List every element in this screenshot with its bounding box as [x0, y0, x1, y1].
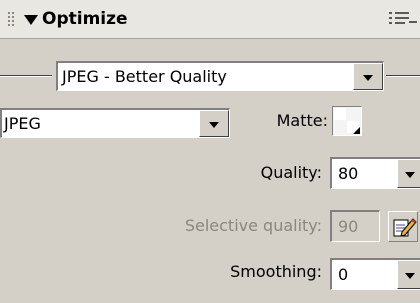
- panel-titlebar: Optimize: [0, 0, 420, 39]
- preset-dropdown-value: JPEG - Better Quality: [62, 67, 227, 86]
- chevron-down-icon: [363, 74, 373, 81]
- swatch-corner-arrow-icon: [353, 127, 360, 134]
- smoothing-value: 0: [338, 265, 349, 284]
- selective-quality-edit-button[interactable]: [388, 211, 418, 242]
- preset-divider-left-highlight: [0, 76, 52, 77]
- preset-divider-right-highlight: [386, 76, 420, 77]
- preset-dropdown-button[interactable]: [353, 63, 383, 90]
- chevron-down-icon: [209, 121, 219, 128]
- pencil-edit-icon: [393, 218, 417, 237]
- swatch-check-a: [334, 108, 346, 120]
- panel-title[interactable]: Optimize: [42, 8, 128, 30]
- smoothing-label: Smoothing:: [230, 262, 322, 281]
- chevron-down-icon: [405, 171, 415, 178]
- collapse-arrow-icon[interactable]: [24, 15, 38, 25]
- format-dropdown[interactable]: JPEG: [0, 108, 230, 138]
- preset-dropdown[interactable]: JPEG - Better Quality: [56, 61, 384, 91]
- quality-label: Quality:: [260, 163, 322, 182]
- options-menu-icon[interactable]: [389, 12, 419, 28]
- quality-value: 80: [338, 164, 359, 183]
- quality-dropdown-button[interactable]: [397, 159, 420, 188]
- matte-color-swatch[interactable]: [332, 106, 362, 136]
- gripper-icon[interactable]: [8, 12, 14, 26]
- smoothing-dropdown-button[interactable]: [397, 260, 420, 289]
- selective-quality-field: 90: [330, 210, 380, 242]
- chevron-down-icon: [405, 272, 415, 279]
- selective-quality-value: 90: [338, 217, 359, 236]
- quality-combo[interactable]: 80: [330, 157, 420, 189]
- smoothing-combo[interactable]: 0: [330, 258, 420, 290]
- format-dropdown-value: JPEG: [4, 114, 41, 133]
- selective-quality-label: Selective quality:: [184, 216, 322, 235]
- format-dropdown-button[interactable]: [199, 110, 229, 137]
- matte-label: Matte:: [276, 111, 328, 130]
